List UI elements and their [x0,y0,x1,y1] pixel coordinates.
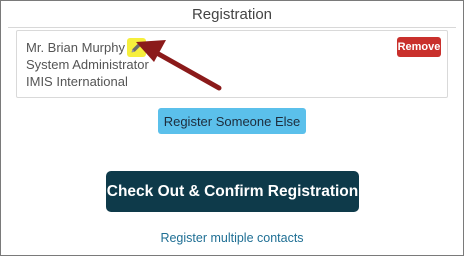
title-divider [8,27,456,28]
registrant-name: Mr. Brian Murphy [26,40,125,55]
register-multiple-contacts-link[interactable]: Register multiple contacts [0,231,464,245]
registrant-card: Mr. Brian Murphy System Administrator IM… [16,30,448,98]
registrant-name-row: Mr. Brian Murphy [26,38,146,57]
remove-button[interactable]: Remove [397,37,441,57]
pencil-icon[interactable] [126,38,146,57]
registrant-role: System Administrator [26,57,149,72]
register-someone-else-button[interactable]: Register Someone Else [158,108,306,134]
page-title: Registration [191,6,273,23]
registrant-organization: IMIS International [26,74,128,89]
checkout-confirm-button[interactable]: Check Out & Confirm Registration [106,171,359,212]
